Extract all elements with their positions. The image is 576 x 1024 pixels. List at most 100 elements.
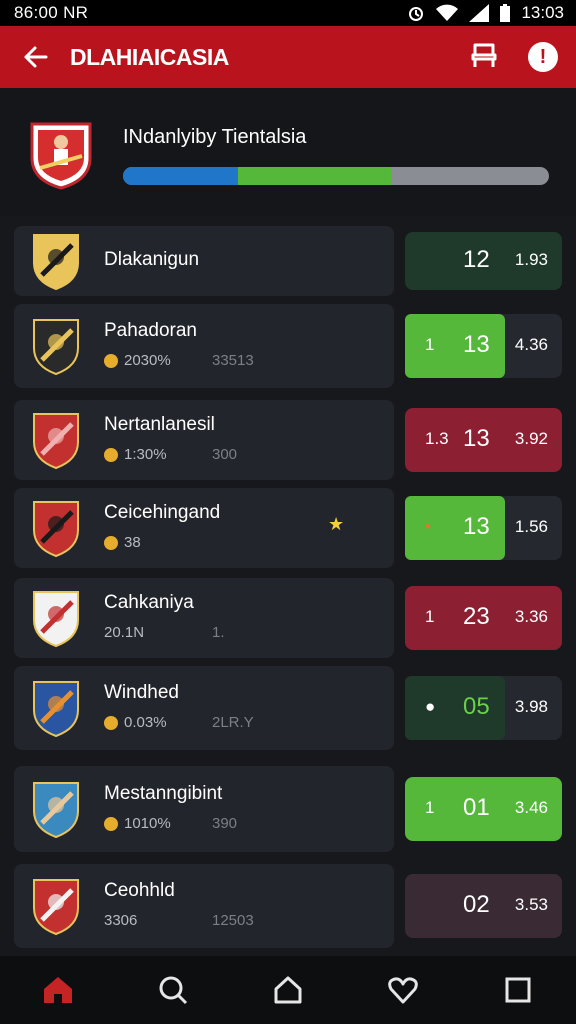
house-icon [274,976,302,1004]
team-meta: 20.1N 1. [104,624,225,641]
wifi-icon [436,4,459,21]
team-stat-primary: 1010% [124,815,171,832]
odds-value: 3.36 [514,607,548,626]
team-name: Pahadoran [104,320,197,341]
home-icon [43,977,72,1003]
team-name: Dlakanigun [104,249,200,270]
search-icon [159,976,187,1005]
bottom-nav [0,956,576,1024]
odds-value: 4.36 [514,335,548,354]
team-row[interactable]: Cahkaniya 20.1N 1. [14,578,394,658]
seat-button[interactable] [470,41,498,74]
score-prefix: 1 [425,798,435,817]
team-stat-primary: 1:30% [124,446,167,463]
team-meta: 38 [104,534,141,551]
team-crest-icon [33,681,79,738]
back-button[interactable] [0,26,70,88]
score-value: 01 [463,794,490,821]
odds-value: 3.53 [514,895,548,914]
team-row[interactable]: Dlakanigun [14,226,394,296]
match-title: INdanlyiby Tientalsia [123,126,307,148]
team-stat-secondary: 2LR.Y [212,714,254,731]
team-name: Windhed [104,682,179,703]
team-row[interactable]: Nertanlanesil 1:30% 300 [14,400,394,480]
score-box[interactable]: 1.3 13 3.92 [405,408,562,472]
status-bar: 86:00 NR 13:03 [0,0,576,26]
team-stat-secondary: 12503 [212,912,254,929]
signal-icon [469,4,490,22]
score-box[interactable]: ● 05 3.98 [405,676,562,740]
nav-house[interactable] [258,960,318,1020]
team-stat-primary: 3306 [104,912,138,929]
score-value: 23 [463,603,490,630]
app-title: DLAHIAICASIA [70,43,229,70]
app-bar: DLAHIAICASIA ! [0,26,576,88]
team-row[interactable]: Pahadoran 2030% 33513 [14,304,394,388]
team-meta: 0.03% 2LR.Y [104,714,254,731]
coin-icon [104,353,118,368]
team-crest-icon [33,319,79,376]
team-crest-icon [33,782,79,839]
coin-icon [104,535,118,550]
team-row[interactable]: Windhed 0.03% 2LR.Y [14,666,394,750]
score-box[interactable]: • 13 1.56 [405,496,562,560]
team-crest-icon [33,879,79,936]
alert-button[interactable]: ! [528,42,558,72]
team-stat-primary: 20.1N [104,624,145,641]
odds-value: 1.93 [514,250,548,269]
alarm-icon [409,7,424,21]
score-box[interactable]: 1 01 3.46 [405,777,562,841]
team-stat-secondary: 33513 [212,352,254,369]
score-value: 02 [463,891,490,918]
score-highlight [405,496,505,560]
nav-overview[interactable] [488,960,548,1020]
star-icon[interactable]: ★ [328,514,344,535]
odds-value: 3.98 [514,697,548,716]
team-meta: 3306 12503 [104,912,254,929]
coin-icon [104,447,118,462]
team-crest-icon [33,591,79,648]
score-prefix: 1 [425,335,435,354]
square-icon [505,977,531,1003]
team-meta: 2030% 33513 [104,352,254,369]
team-meta: 1010% 390 [104,815,237,832]
coin-icon [104,816,118,831]
team-stat-secondary: 1. [212,624,225,641]
nav-favorites[interactable] [373,960,433,1020]
arrow-left-icon [24,46,48,68]
team-meta: 1:30% 300 [104,446,237,463]
score-box[interactable]: 1 13 4.36 [405,314,562,378]
score-value: 13 [463,513,490,540]
team-name: Ceicehingand [104,502,221,523]
score-box[interactable]: 1 23 3.36 [405,586,562,650]
team-row[interactable]: Ceicehingand 38 ★ [14,488,394,568]
coin-icon [104,715,118,730]
heart-icon [388,977,418,1004]
team-row[interactable]: Mestanngibint 1010% 390 [14,766,394,852]
score-value: 05 [463,693,490,720]
progress-segment-green [238,167,392,185]
match-progress-bar [123,167,549,185]
team-stat-primary: 38 [124,534,141,551]
progress-segment-blue [123,167,239,185]
nav-search[interactable] [143,960,203,1020]
team-crest-icon [30,122,92,190]
score-box[interactable]: 02 3.53 [405,874,562,938]
score-highlight [405,676,505,740]
score-prefix: 1 [425,607,435,626]
team-row[interactable]: Ceohhld 3306 12503 [14,864,394,948]
team-crest-icon [33,234,79,291]
team-stat-secondary: 300 [212,446,238,463]
score-box[interactable]: 12 1.93 [405,232,562,290]
score-value: 12 [463,246,490,273]
team-name: Mestanngibint [104,783,223,804]
score-value: 13 [463,425,490,452]
seat-icon [471,43,497,67]
status-icons: 13:03 [407,3,564,23]
nav-home[interactable] [28,960,88,1020]
score-highlight [405,314,505,378]
team-name: Nertanlanesil [104,414,215,435]
match-header [0,88,576,216]
odds-value: 3.46 [514,798,548,817]
team-crest-icon [33,501,79,558]
